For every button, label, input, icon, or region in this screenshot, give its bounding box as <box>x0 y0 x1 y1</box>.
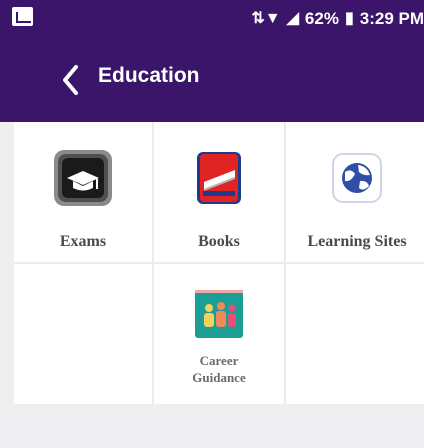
status-time: 3:29 PM <box>359 9 424 28</box>
globe-icon <box>327 148 387 208</box>
back-button[interactable] <box>56 60 84 100</box>
status-icons: ⇅▼ ◢ 62% ▮ 3:29 PM <box>251 9 424 29</box>
book-icon <box>189 148 249 208</box>
notification-app-icon <box>12 7 33 26</box>
chevron-left-icon <box>63 65 78 95</box>
category-grid: Exams Books Learning Sites Career Guidan… <box>14 122 424 404</box>
app-bar: Education <box>0 38 424 122</box>
battery-icon: ▮ <box>344 10 354 27</box>
category-tile-learning-sites[interactable]: Learning Sites <box>286 122 424 262</box>
status-bar: ⇅▼ ◢ 62% ▮ 3:29 PM <box>0 0 424 38</box>
category-tile-exams[interactable]: Exams <box>14 122 152 262</box>
wifi-icon: ⇅▼ <box>251 10 281 27</box>
category-tile-career-guidance[interactable]: Career Guidance <box>154 264 284 404</box>
category-label: Books <box>198 233 240 250</box>
people-icon <box>191 286 247 342</box>
category-tile-books[interactable]: Books <box>154 122 284 262</box>
empty-tile <box>14 264 152 404</box>
category-label: Exams <box>59 233 107 250</box>
empty-tile <box>286 264 424 404</box>
signal-icon: ◢ <box>286 10 299 27</box>
page-title: Education <box>98 64 200 87</box>
category-label: Career Guidance <box>192 353 246 385</box>
graduation-cap-icon <box>53 148 113 208</box>
battery-percent: 62% <box>304 9 339 28</box>
category-label: Learning Sites <box>307 233 407 250</box>
